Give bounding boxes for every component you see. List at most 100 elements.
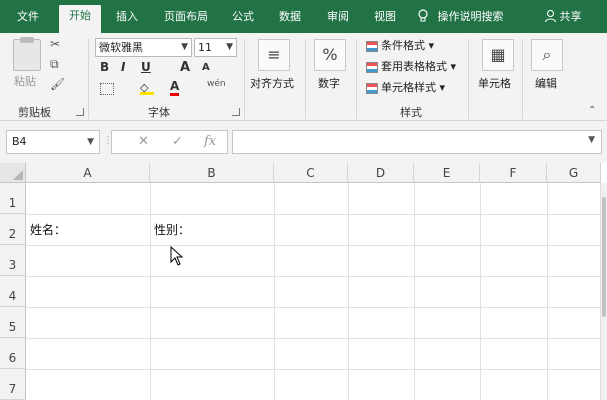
gridline [547, 183, 548, 400]
tab-view[interactable]: 视图 [365, 6, 405, 33]
font-name-value: 微软雅黑 [99, 41, 143, 54]
grow-font-button[interactable]: A [180, 60, 190, 75]
clipboard-group-label: 剪贴板 [18, 106, 51, 119]
row-header-4[interactable]: 4 [0, 276, 26, 307]
separator [244, 39, 245, 119]
person-icon [544, 9, 560, 23]
chevron-down-icon[interactable]: ▼ [588, 135, 595, 145]
cells-icon[interactable]: ▦ [482, 39, 514, 71]
column-header-c[interactable]: C [274, 163, 348, 183]
gridline [26, 245, 601, 246]
formula-buttons: ✕ ✓ fx [111, 130, 228, 154]
share-label: 共享 [559, 10, 582, 23]
tab-formulas[interactable]: 公式 [224, 6, 262, 33]
tell-me-label: 操作说明搜索 [437, 10, 504, 23]
bold-button[interactable]: B [100, 60, 109, 74]
gridline [414, 183, 415, 400]
conditional-formatting-label: 条件格式 [381, 39, 425, 52]
worksheet-grid[interactable]: A B C D E F G 1 2 3 4 5 6 7 姓名： 性别： [0, 163, 607, 400]
cell-a2[interactable]: 姓名： [30, 221, 66, 238]
italic-button[interactable]: I [121, 60, 125, 74]
chevron-down-icon: ▼ [181, 42, 188, 52]
collapse-ribbon-icon[interactable]: ⌃ [588, 105, 596, 116]
styles-group-label: 样式 [400, 106, 422, 119]
font-name-select[interactable]: 微软雅黑 ▼ [95, 38, 192, 57]
cell-styles-label: 单元格样式 [381, 81, 436, 94]
tab-home[interactable]: 开始 [59, 5, 101, 33]
format-as-table-label: 套用表格格式 [381, 60, 447, 73]
percent-icon[interactable]: % [314, 39, 346, 71]
clipboard-launcher-icon[interactable] [76, 108, 84, 116]
font-group-label: 字体 [148, 106, 170, 119]
column-header-g[interactable]: G [547, 163, 601, 183]
shrink-font-button[interactable]: A [202, 62, 210, 73]
ribbon-tab-bar: 文件 开始 插入 页面布局 公式 数据 审阅 视图 操作说明搜索 共享 [0, 0, 607, 33]
gridline [26, 369, 601, 370]
formula-input[interactable]: ▼ [232, 130, 602, 154]
gridline [26, 338, 601, 339]
row-header-6[interactable]: 6 [0, 338, 26, 369]
column-header-a[interactable]: A [26, 163, 150, 183]
gridline [26, 276, 601, 277]
alignment-button[interactable]: 对齐方式 [250, 75, 294, 91]
cell-styles-button[interactable]: 单元格样式 ▾ [366, 79, 445, 97]
column-header-d[interactable]: D [348, 163, 414, 183]
name-box[interactable]: B4 ▼ [6, 130, 100, 154]
row-header-5[interactable]: 5 [0, 307, 26, 338]
font-launcher-icon[interactable] [232, 108, 240, 116]
tab-page-layout[interactable]: 页面布局 [155, 6, 217, 33]
ribbon-home: 粘贴 ✂ ⧉ 🖌 剪贴板 微软雅黑 ▼ 11 ▼ B I U A A ◇ A w… [0, 33, 607, 121]
paste-icon[interactable] [13, 37, 41, 71]
cells-button[interactable]: 单元格 [478, 75, 511, 91]
cut-icon[interactable]: ✂ [50, 37, 60, 51]
gridline [26, 214, 601, 215]
name-box-value: B4 [12, 135, 27, 148]
copy-icon[interactable]: ⧉ [50, 57, 59, 72]
cell-b2[interactable]: 性别： [154, 221, 190, 238]
alignment-icon[interactable]: ≡ [258, 39, 290, 71]
enter-icon[interactable]: ✓ [172, 134, 183, 149]
vertical-scrollbar[interactable] [600, 183, 607, 400]
number-button[interactable]: 数字 [318, 75, 340, 91]
paste-button-label[interactable]: 粘贴 [14, 73, 36, 89]
separator [468, 39, 469, 119]
underline-button[interactable]: U [141, 60, 151, 74]
cancel-icon[interactable]: ✕ [138, 134, 149, 149]
search-icon[interactable]: ⌕ [531, 39, 563, 71]
table-format-icon [366, 61, 378, 73]
tab-review[interactable]: 审阅 [318, 6, 358, 33]
gridline [150, 183, 151, 400]
font-color-button[interactable]: A [170, 80, 180, 96]
editing-button[interactable]: 编辑 [535, 75, 557, 91]
separator [356, 39, 357, 119]
separator [88, 39, 89, 119]
mouse-cursor-icon [170, 245, 184, 269]
formula-bar: B4 ▼ ⋮ ✕ ✓ fx ▼ [0, 121, 607, 163]
row-header-7[interactable]: 7 [0, 369, 26, 400]
column-header-e[interactable]: E [414, 163, 480, 183]
borders-icon[interactable] [100, 83, 114, 95]
row-header-3[interactable]: 3 [0, 245, 26, 276]
insert-function-icon[interactable]: fx [204, 134, 216, 149]
gridline [480, 183, 481, 400]
row-header-2[interactable]: 2 [0, 214, 26, 245]
tab-data[interactable]: 数据 [270, 6, 310, 33]
fill-color-icon[interactable]: ◇ [140, 81, 154, 95]
tab-file[interactable]: 文件 [8, 6, 48, 33]
column-header-f[interactable]: F [480, 163, 547, 183]
chevron-down-icon: ▼ [87, 137, 94, 147]
gridline [26, 307, 601, 308]
tab-insert[interactable]: 插入 [107, 6, 147, 33]
format-painter-icon[interactable]: 🖌 [50, 77, 65, 91]
tell-me-search[interactable]: 操作说明搜索 [418, 6, 504, 28]
font-size-select[interactable]: 11 ▼ [194, 38, 237, 57]
column-header-b[interactable]: B [150, 163, 274, 183]
share-button[interactable]: 共享 [544, 6, 582, 28]
phonetic-button[interactable]: wén [207, 79, 226, 89]
conditional-formatting-button[interactable]: 条件格式 ▾ [366, 37, 434, 55]
select-all-button[interactable] [0, 163, 26, 183]
cell-styles-icon [366, 82, 378, 94]
format-as-table-button[interactable]: 套用表格格式 ▾ [366, 58, 456, 76]
row-header-1[interactable]: 1 [0, 183, 26, 214]
chevron-down-icon: ▼ [226, 42, 233, 52]
